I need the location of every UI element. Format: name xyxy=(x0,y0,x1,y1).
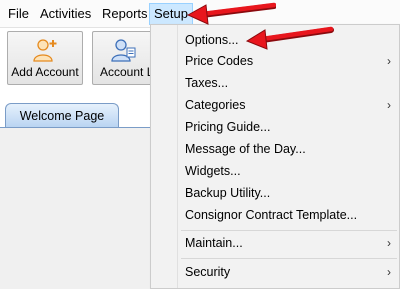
chevron-right-icon: › xyxy=(387,98,391,112)
menu-item-backup-utility[interactable]: Backup Utility... xyxy=(151,182,399,204)
account-lookup-label: Account Lookup xyxy=(100,65,152,79)
menu-item-label: Taxes... xyxy=(185,76,229,90)
menu-item-label: Message of the Day... xyxy=(185,142,306,156)
menu-activities[interactable]: Activities xyxy=(36,4,95,24)
account-lookup-icon xyxy=(110,39,135,62)
menu-item-label: Backup Utility... xyxy=(185,186,271,200)
account-lookup-button[interactable]: Account Lookup xyxy=(92,31,152,85)
setup-dropdown-menu: Options... Price Codes › Taxes... Catego… xyxy=(150,24,400,289)
menu-item-label: Price Codes xyxy=(185,54,254,68)
chevron-right-icon: › xyxy=(387,265,391,279)
annotation-arrow-setup xyxy=(186,2,276,25)
menu-item-pricing-guide[interactable]: Pricing Guide... xyxy=(151,116,399,138)
menu-item-categories[interactable]: Categories › xyxy=(151,94,399,116)
tab-strip: Welcome Page xyxy=(0,98,152,289)
menu-item-label: Categories xyxy=(185,98,246,112)
menu-item-security[interactable]: Security › xyxy=(151,261,399,283)
menu-reports[interactable]: Reports xyxy=(98,4,152,24)
add-account-button[interactable]: Add Account xyxy=(7,31,83,85)
toolbar: Add Account Account Lookup xyxy=(0,28,152,90)
chevron-right-icon: › xyxy=(387,54,391,68)
menu-item-price-codes[interactable]: Price Codes › xyxy=(151,50,399,72)
tab-welcome-page[interactable]: Welcome Page xyxy=(5,103,119,127)
menu-item-maintain[interactable]: Maintain... › xyxy=(151,232,399,254)
menu-file[interactable]: File xyxy=(4,4,33,24)
menu-separator xyxy=(181,230,397,231)
menu-item-label: Pricing Guide... xyxy=(185,120,271,134)
menu-item-label: Security xyxy=(185,265,231,279)
chevron-right-icon: › xyxy=(387,236,391,250)
menu-item-label: Consignor Contract Template... xyxy=(185,208,358,222)
menu-item-taxes[interactable]: Taxes... xyxy=(151,72,399,94)
add-account-label: Add Account xyxy=(11,65,79,79)
menu-item-label: Maintain... xyxy=(185,236,243,250)
annotation-arrow-options xyxy=(245,26,334,50)
menu-item-message-of-the-day[interactable]: Message of the Day... xyxy=(151,138,399,160)
menu-separator xyxy=(181,258,397,259)
menu-item-consignor-contract-template[interactable]: Consignor Contract Template... xyxy=(151,204,399,226)
tab-content-area xyxy=(0,128,152,289)
menu-item-label: Widgets... xyxy=(185,164,241,178)
menu-item-label: Options... xyxy=(185,33,239,47)
menu-item-widgets[interactable]: Widgets... xyxy=(151,160,399,182)
add-user-icon xyxy=(33,39,57,62)
